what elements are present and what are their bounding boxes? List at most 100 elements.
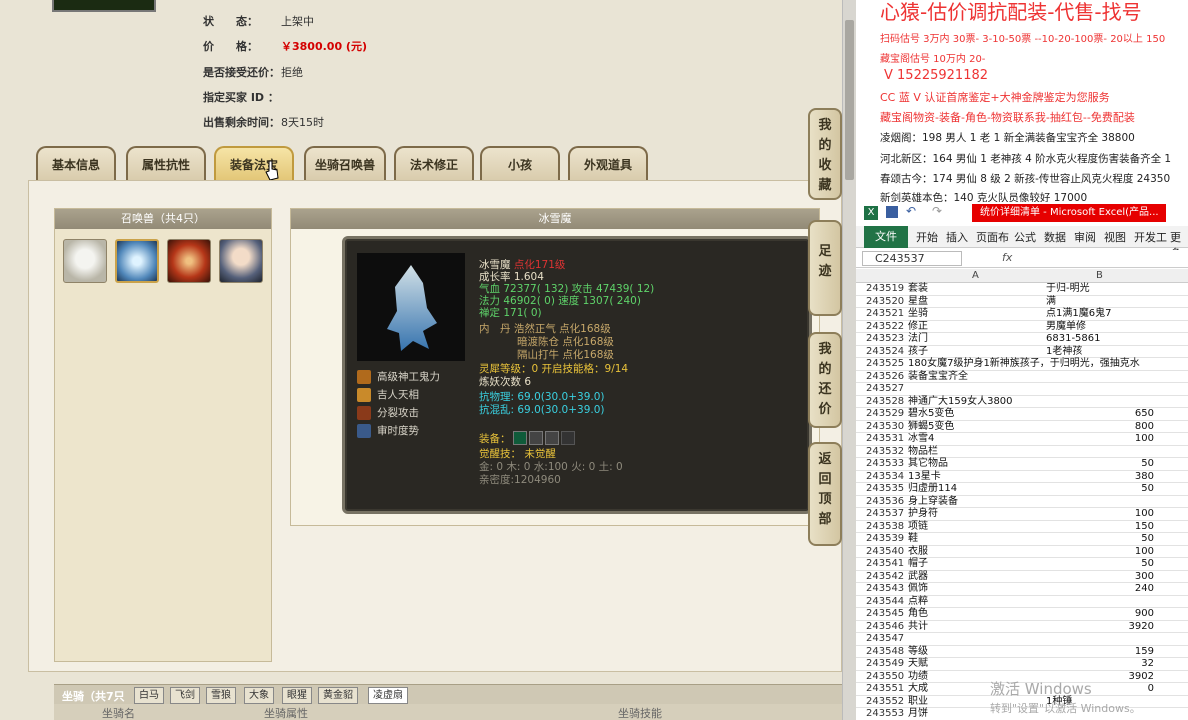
cell-b[interactable]: 50	[1046, 458, 1154, 471]
cell-a[interactable]: 天赋	[908, 658, 1048, 671]
cell-b[interactable]: 50	[1046, 483, 1154, 496]
row-number[interactable]: 243544	[866, 596, 912, 609]
cell-b[interactable]: 380	[1046, 471, 1154, 484]
row-number[interactable]: 243524	[866, 346, 912, 359]
row-number[interactable]: 243542	[866, 571, 912, 584]
sheet-row[interactable]: 243543 佩饰 240	[856, 583, 1188, 596]
mount-tab-gorilla[interactable]: 眼猩	[282, 687, 312, 704]
sheet-row[interactable]: 243534 13星卡 380	[856, 471, 1188, 484]
row-number[interactable]: 243525	[866, 358, 912, 371]
mount-tab-white-horse[interactable]: 白马	[134, 687, 164, 704]
cell-b[interactable]: 100	[1046, 508, 1154, 521]
sheet-row[interactable]: 243522 修正 男魔单修	[856, 321, 1188, 334]
cell-b[interactable]: 50	[1046, 533, 1154, 546]
cell-a[interactable]: 点粹	[908, 596, 1048, 609]
cell-b[interactable]: 满	[1046, 296, 1154, 309]
sheet-row[interactable]: 243529 碧水5变色 650	[856, 408, 1188, 421]
sheet-row[interactable]: 243536 身上穿装备	[856, 496, 1188, 508]
cell-b[interactable]: 1老神孩	[1046, 346, 1154, 359]
row-number[interactable]: 243551	[866, 683, 912, 696]
row-number[interactable]: 243533	[866, 458, 912, 471]
row-number[interactable]: 243526	[866, 371, 912, 384]
sheet-row[interactable]: 243540 衣服 100	[856, 546, 1188, 559]
column-a-header[interactable]: A	[972, 270, 979, 281]
fx-icon[interactable]: fx	[1002, 251, 1012, 264]
cell-b[interactable]: 100	[1046, 433, 1154, 446]
sheet-row[interactable]: 243539 鞋 50	[856, 533, 1188, 546]
sheet-row[interactable]: 243533 其它物品 50	[856, 458, 1188, 471]
pet-skill-2[interactable]: 吉人天相	[357, 387, 419, 402]
mount-tab-golden-marten[interactable]: 黄金貂	[318, 687, 358, 704]
summon-avatar-fire-beast[interactable]	[167, 239, 211, 283]
sheet-row[interactable]: 243541 帽子 50	[856, 558, 1188, 571]
sheet-row[interactable]: 243535 归虚册114 50	[856, 483, 1188, 496]
row-number[interactable]: 243527	[866, 383, 912, 396]
row-number[interactable]: 243550	[866, 671, 912, 684]
cell-b[interactable]: 男魔单修	[1046, 321, 1154, 334]
ribbon-tab-view[interactable]: 视图	[1104, 229, 1126, 245]
row-number[interactable]: 243529	[866, 408, 912, 421]
my-counter-offers-button[interactable]: 我的还价	[808, 332, 842, 428]
summon-avatar-ice-demon[interactable]	[115, 239, 159, 283]
column-b-header[interactable]: B	[1096, 270, 1103, 281]
cell-b[interactable]: 150	[1046, 521, 1154, 534]
ribbon-tab-insert[interactable]: 插入	[946, 229, 968, 245]
sheet-row[interactable]: 243532 物品栏	[856, 446, 1188, 459]
cell-a[interactable]: 归虚册114	[908, 483, 1048, 496]
row-number[interactable]: 243538	[866, 521, 912, 534]
ribbon-tab-page-layout[interactable]: 页面布	[976, 229, 1009, 245]
ribbon-tab-developer[interactable]: 开发工	[1134, 229, 1167, 245]
mount-tab-elephant[interactable]: 大象	[244, 687, 274, 704]
cell-a[interactable]: 项链	[908, 521, 1048, 534]
cell-a[interactable]: 碧水5变色	[908, 408, 1048, 421]
row-number[interactable]: 243534	[866, 471, 912, 484]
mount-tab-snow-wolf[interactable]: 雪狼	[206, 687, 236, 704]
cell-b[interactable]: 240	[1046, 583, 1154, 596]
tab-equipment[interactable]: 装备法宝	[214, 146, 294, 180]
row-number[interactable]: 243535	[866, 483, 912, 496]
cell-a[interactable]: 帽子	[908, 558, 1048, 571]
row-number[interactable]: 243541	[866, 558, 912, 571]
sheet-row[interactable]: 243525 180女魔7级护身1新神族孩子，于归明光，强抽克水	[856, 358, 1188, 371]
cell-b[interactable]: 900	[1046, 608, 1154, 621]
tab-attributes[interactable]: 属性抗性	[126, 146, 206, 180]
row-number[interactable]: 243523	[866, 333, 912, 346]
cell-a[interactable]: 护身符	[908, 508, 1048, 521]
back-to-top-button[interactable]: 返回顶部	[808, 442, 842, 546]
mount-tab-flying-sword[interactable]: 飞剑	[170, 687, 200, 704]
row-number[interactable]: 243520	[866, 296, 912, 309]
mount-tab-lingxu-fan[interactable]: 凌虚扇	[368, 687, 408, 704]
ribbon-tab-review[interactable]: 审阅	[1074, 229, 1096, 245]
cell-b[interactable]: 800	[1046, 421, 1154, 434]
summon-avatar-bear[interactable]	[63, 239, 107, 283]
page-scrollbar[interactable]	[842, 0, 856, 720]
cell-a[interactable]: 坐骑	[908, 308, 1048, 321]
cell-b[interactable]: 100	[1046, 546, 1154, 559]
name-box[interactable]: C243537	[862, 251, 962, 266]
sheet-row[interactable]: 243520 星盘满	[856, 296, 1188, 309]
cell-a[interactable]: 等级	[908, 646, 1048, 659]
row-number[interactable]: 243549	[866, 658, 912, 671]
row-number[interactable]: 243530	[866, 421, 912, 434]
cell-a[interactable]: 神通广大159女人3800	[908, 396, 1048, 409]
ribbon-tab-data[interactable]: 数据	[1044, 229, 1066, 245]
row-number[interactable]: 243521	[866, 308, 912, 321]
tab-basic-info[interactable]: 基本信息	[36, 146, 116, 180]
sheet-row[interactable]: 243521 坐骑 点1满1魔6鬼7	[856, 308, 1188, 321]
cell-a[interactable]: 物品栏	[908, 446, 1048, 459]
equip-slot-icon[interactable]	[561, 431, 575, 445]
sheet-row[interactable]: 243519 套装 于归-明光	[856, 283, 1188, 296]
row-number[interactable]: 243539	[866, 533, 912, 546]
row-number[interactable]: 243540	[866, 546, 912, 559]
ribbon-tab-file[interactable]: 文件	[864, 226, 908, 248]
ribbon-tab-formulas[interactable]: 公式	[1014, 229, 1036, 245]
tab-mounts-summons[interactable]: 坐骑召唤兽	[304, 146, 386, 180]
equip-slot-icon[interactable]	[529, 431, 543, 445]
row-number[interactable]: 243552	[866, 696, 912, 709]
cell-b[interactable]: 300	[1046, 571, 1154, 584]
row-number[interactable]: 243532	[866, 446, 912, 459]
cell-a[interactable]: 其它物品	[908, 458, 1048, 471]
cell-a[interactable]: 法门	[908, 333, 1048, 346]
redo-icon[interactable]: ↷	[932, 204, 942, 218]
row-number[interactable]: 243537	[866, 508, 912, 521]
